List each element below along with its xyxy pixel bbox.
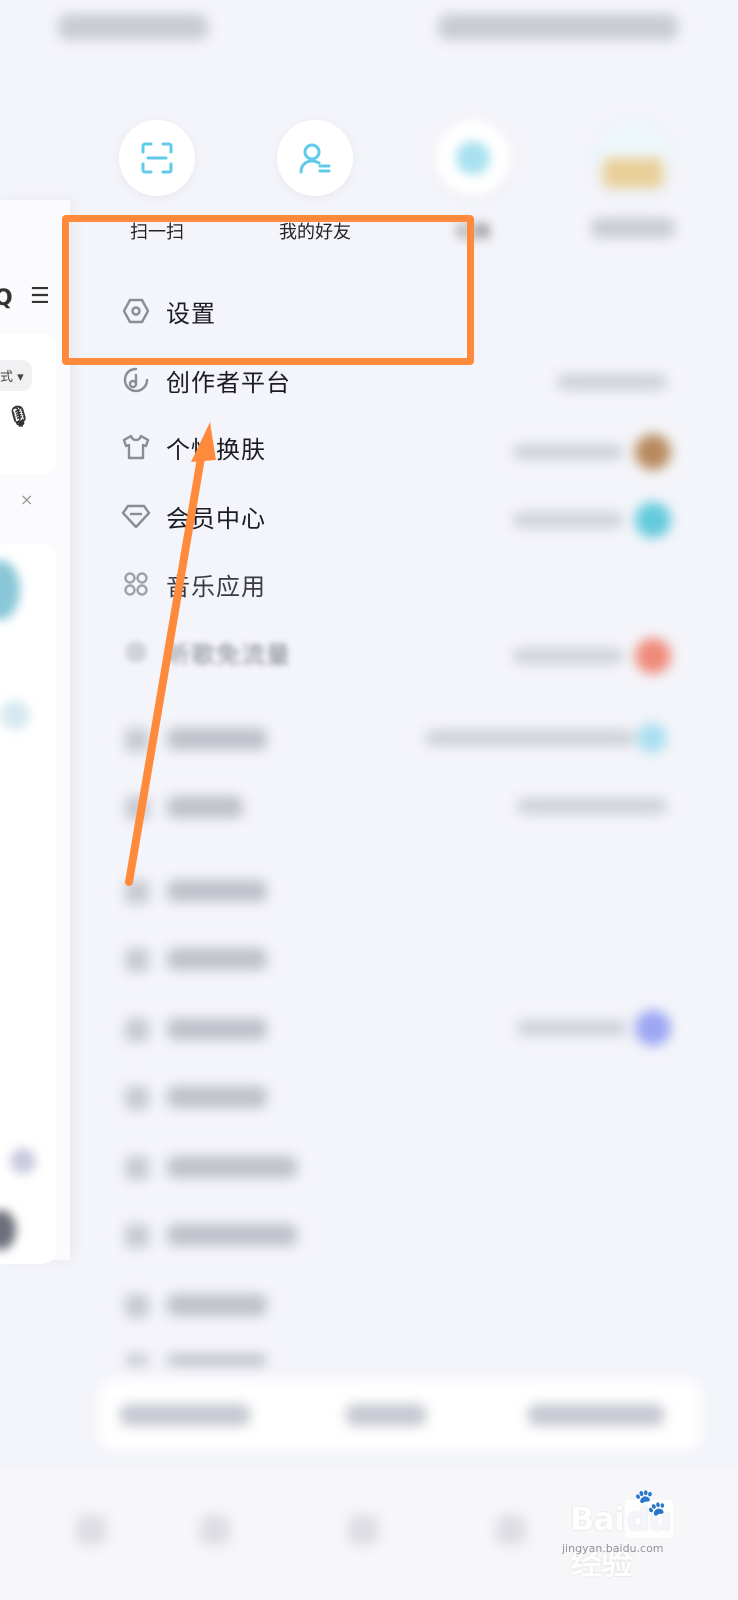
- menu-item-music-apps[interactable]: 音乐应用: [120, 556, 266, 612]
- blurred-row-label: [167, 796, 243, 818]
- blurred-row-label: [167, 1156, 297, 1178]
- status-bar-right: [438, 14, 678, 40]
- blurred-row-label: [167, 1018, 267, 1040]
- blurred-menu-row[interactable]: [125, 723, 685, 753]
- blurred-menu-row[interactable]: [125, 1352, 685, 1378]
- search-icon[interactable]: Q: [0, 286, 13, 311]
- quick-action-theme[interactable]: [578, 120, 688, 238]
- blurred-row-label: [167, 1354, 267, 1366]
- blurred-row-icon: [125, 728, 149, 752]
- switch-icon: [435, 120, 511, 196]
- row-thumbnail: [637, 723, 667, 753]
- bottom-shortcut-card: [100, 1380, 700, 1450]
- blurred-row-label: [167, 1224, 297, 1246]
- row-value-placeholder: [557, 374, 667, 390]
- row-thumbnail: [635, 434, 671, 470]
- apps-grid-icon: [120, 568, 152, 600]
- blurred-menu-row[interactable]: [125, 1222, 685, 1248]
- highlight-box: [62, 215, 474, 365]
- status-bar: [0, 0, 738, 60]
- blurred-row-label: [167, 1294, 267, 1316]
- row-value-placeholder: [517, 798, 667, 814]
- blurred-menu-row[interactable]: [125, 878, 685, 904]
- baidu-watermark: Baidu经验 🐾 jingyan.baidu.com: [562, 1488, 690, 1584]
- bottom-shortcut[interactable]: [120, 1404, 250, 1426]
- tab-icon[interactable]: [348, 1515, 378, 1545]
- menu-icon[interactable]: ☰: [30, 284, 50, 309]
- tab-icon[interactable]: [200, 1515, 230, 1545]
- theme-icon: [595, 120, 671, 196]
- blurred-row-icon: [125, 1354, 149, 1366]
- blurred-dot: [10, 1148, 36, 1174]
- bottom-shortcut[interactable]: [346, 1404, 426, 1426]
- paw-icon: 🐾: [634, 1488, 667, 1518]
- row-value-placeholder: [517, 1020, 627, 1036]
- mode-selector[interactable]: 式 ▾: [0, 360, 32, 391]
- watermark-url: jingyan.baidu.com: [562, 1542, 664, 1555]
- blurred-menu-row[interactable]: [125, 1154, 685, 1180]
- blurred-menu-row[interactable]: [125, 1084, 685, 1110]
- menu-row-extra: [125, 502, 685, 538]
- background-page-panel: Q ☰ 式 ▾ 🎙 ×: [0, 200, 70, 1264]
- row-thumbnail: [635, 1010, 671, 1046]
- row-thumbnail: [635, 502, 671, 538]
- tab-icon[interactable]: [496, 1515, 526, 1545]
- blurred-row-icon: [125, 1224, 149, 1248]
- bottom-shortcut[interactable]: [528, 1404, 664, 1426]
- menu-row-extra: [125, 638, 685, 674]
- blurred-row-label: [167, 1086, 267, 1108]
- blurred-row-icon: [125, 1294, 149, 1318]
- scan-icon: [119, 120, 195, 196]
- blurred-menu-row[interactable]: [125, 946, 685, 972]
- blurred-menu-row[interactable]: [125, 794, 685, 820]
- blurred-row-label: [167, 948, 267, 970]
- mode-label: 式: [0, 370, 14, 385]
- blurred-menu-row[interactable]: [125, 1010, 685, 1046]
- blurred-row-icon: [125, 796, 149, 820]
- status-bar-left: [58, 14, 208, 40]
- blurred-row-icon: [125, 1086, 149, 1110]
- blurred-row-label: [167, 728, 267, 750]
- microphone-icon[interactable]: 🎙: [6, 404, 31, 428]
- blurred-row-icon: [125, 1156, 149, 1180]
- menu-row-extra: [125, 370, 685, 396]
- row-value-placeholder: [513, 512, 623, 528]
- tab-icon[interactable]: [76, 1515, 106, 1545]
- row-thumbnail: [635, 638, 671, 674]
- blurred-dot: [0, 700, 30, 730]
- row-value-placeholder: [425, 730, 635, 746]
- blurred-row-icon: [125, 880, 149, 904]
- quick-action-label-placeholder: [591, 218, 675, 238]
- blurred-row-icon: [125, 1018, 149, 1042]
- menu-item-label: 音乐应用: [166, 572, 266, 601]
- row-value-placeholder: [513, 648, 623, 664]
- friends-icon: [277, 120, 353, 196]
- blurred-menu-row[interactable]: [125, 1292, 685, 1318]
- blurred-row-icon: [125, 948, 149, 972]
- menu-row-extra: [125, 434, 685, 470]
- blurred-row-label: [167, 880, 267, 902]
- row-value-placeholder: [513, 444, 623, 460]
- close-icon[interactable]: ×: [20, 490, 33, 509]
